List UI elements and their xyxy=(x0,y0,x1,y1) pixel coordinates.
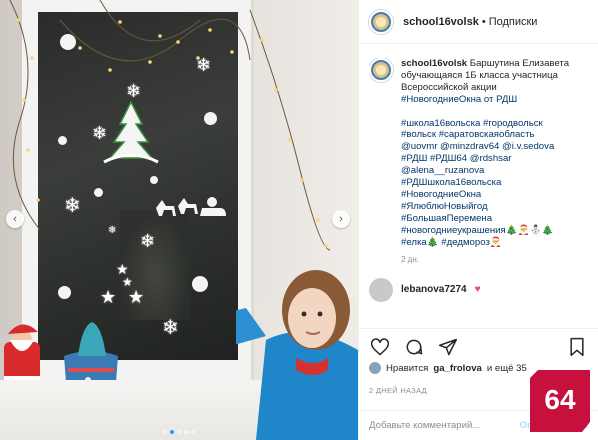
likes-prefix: Нравится xyxy=(386,362,429,374)
christmas-tree-icon xyxy=(103,100,159,164)
save-button[interactable] xyxy=(566,336,588,358)
action-bar xyxy=(359,328,598,364)
snowflake-icon: ❄ xyxy=(64,195,81,217)
snowflake-icon: ❄ xyxy=(162,317,179,339)
post-date[interactable]: 2 ДНЕЙ НАЗАД xyxy=(369,386,427,395)
star-icon: ★ xyxy=(128,287,145,307)
heart-icon xyxy=(370,337,390,355)
chevron-left-icon: ‹ xyxy=(13,213,17,225)
header-username[interactable]: school16volsk xyxy=(403,16,479,28)
badge-text: 64 xyxy=(544,384,576,415)
channel-logo-badge: 64 xyxy=(530,370,590,432)
window-decoration-ball xyxy=(150,176,158,184)
liker-username[interactable]: ga_frolova xyxy=(433,363,482,374)
comment-input[interactable] xyxy=(369,420,509,431)
carousel-next-button[interactable]: › xyxy=(332,210,350,228)
comments-list: school16volsk Баршутина Елизавета обучаю… xyxy=(369,58,590,316)
window-decoration-ball xyxy=(58,286,71,299)
carousel-indicator xyxy=(0,430,358,434)
caption-line[interactable]: #НовогодниеОкна от РДШ xyxy=(401,94,517,105)
hashtag-line[interactable]: #новогодниеукрашения🎄🎅⛄🎄 xyxy=(401,225,554,236)
reindeer-sleigh-icon xyxy=(156,197,226,216)
carousel-dot-active xyxy=(170,430,174,434)
caption-date: 2 дн. xyxy=(401,254,419,264)
girl-figure xyxy=(236,270,358,440)
window-decoration-ball xyxy=(94,188,103,197)
hashtag-line[interactable]: #ЯлюблюНовыйгод xyxy=(401,201,488,212)
caption-line: Баршутина Елизавета xyxy=(469,58,570,69)
star-icon: ★ xyxy=(122,275,133,289)
instagram-post-view: ❄ ❄ ❄ ❄ ❄ ❄ ❄ ★ ★ ★ ★ ‹ › school16volsk … xyxy=(0,0,598,440)
avatar[interactable] xyxy=(369,9,393,34)
share-button[interactable] xyxy=(437,336,459,358)
caption: school16volsk Баршутина Елизавета обучаю… xyxy=(369,58,590,264)
like-button[interactable] xyxy=(369,336,391,358)
hashtag-line[interactable]: #БольшаяПеремена xyxy=(401,213,492,224)
header-separator: • xyxy=(481,15,486,28)
post-header: school16volsk • Подписки xyxy=(359,0,598,44)
comment-avatar[interactable] xyxy=(369,277,393,302)
caption-text: school16volsk Баршутина Елизавета обучаю… xyxy=(401,58,590,249)
window-decoration-ball xyxy=(60,34,76,50)
comment-item: lebanova7274 ♥ xyxy=(369,277,590,302)
bookmark-icon xyxy=(570,337,584,356)
hashtag-line[interactable]: @uovmr @minzdrav64 @i.v.sedova xyxy=(401,141,554,152)
liker-avatar[interactable] xyxy=(369,362,381,374)
comment-username[interactable]: lebanova7274 xyxy=(401,284,467,295)
caption-line: обучающаяся 1Б класса участница xyxy=(401,69,558,81)
carousel-dot xyxy=(191,430,195,434)
carousel-dot xyxy=(184,430,188,434)
carousel-dot xyxy=(177,430,181,434)
chevron-right-icon: › xyxy=(339,213,343,225)
window-decoration-ball xyxy=(58,136,67,145)
caption-avatar[interactable] xyxy=(369,58,393,82)
share-icon xyxy=(438,338,458,355)
carousel-dot xyxy=(163,430,167,434)
heart-icon[interactable]: ♥ xyxy=(475,284,481,295)
snowflake-icon: ❄ xyxy=(108,225,117,236)
carousel-prev-button[interactable]: ‹ xyxy=(6,210,24,228)
snowflake-icon: ❄ xyxy=(196,55,212,75)
hashtag-line[interactable]: #школа16вольска #городвольск xyxy=(401,118,543,129)
hashtag-line[interactable]: #РДШ #РДШ64 @rdshsar xyxy=(401,153,512,164)
comment-button[interactable] xyxy=(403,336,425,358)
star-icon: ★ xyxy=(116,261,129,277)
hashtag-line[interactable]: #вольск #саратовскаяобласть xyxy=(401,129,535,140)
comment-icon xyxy=(406,339,423,354)
hashtag-line[interactable]: @alena__ruzanova xyxy=(401,165,484,176)
hashtag-line[interactable]: #НовогодниеОкна xyxy=(401,189,481,200)
likes-count[interactable]: и ещё 35 xyxy=(487,363,527,374)
following-button[interactable]: Подписки xyxy=(489,16,538,28)
caption-username[interactable]: school16volsk xyxy=(401,58,467,69)
caption-line: Всероссийской акции xyxy=(401,81,497,93)
post-photo: ❄ ❄ ❄ ❄ ❄ ❄ ❄ ★ ★ ★ ★ ‹ › xyxy=(0,0,358,440)
snowflake-icon: ❄ xyxy=(140,231,156,251)
hashtag-line[interactable]: #елка🎄 #дедмороз🎅 xyxy=(401,237,502,248)
window-decoration-ball xyxy=(192,276,208,292)
star-icon: ★ xyxy=(100,287,117,307)
window-decoration-ball xyxy=(204,112,217,125)
hashtag-line[interactable]: #РДШшкола16вольска xyxy=(401,177,501,188)
